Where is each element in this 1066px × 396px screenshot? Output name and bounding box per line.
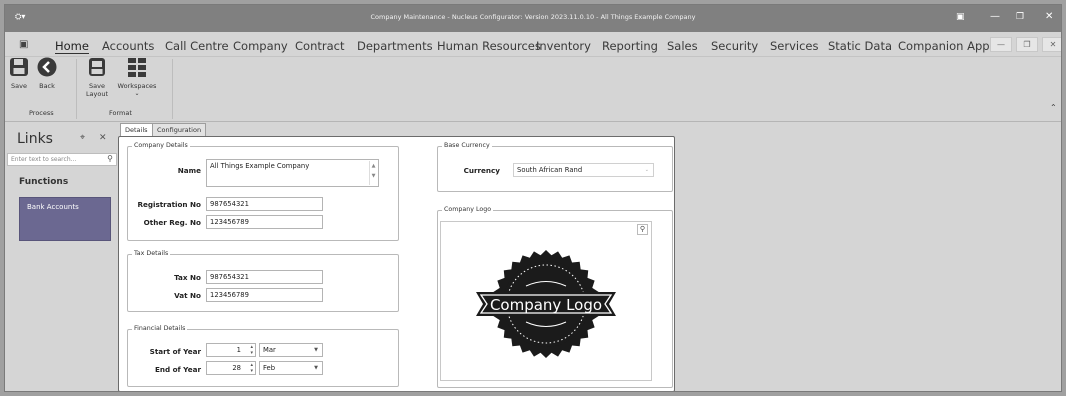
end-day-stepper[interactable]: 28 ▴ ▾: [206, 361, 256, 375]
start-of-year-label: Start of Year: [149, 347, 201, 356]
menu-home[interactable]: Home: [55, 39, 89, 54]
vat-no-field[interactable]: 123456789: [206, 288, 323, 302]
search-icon[interactable]: ⚲: [107, 154, 113, 163]
dropdown-arrow-icon[interactable]: ⌄: [645, 167, 649, 173]
tax-no-field[interactable]: 987654321: [206, 270, 323, 284]
menu-sales[interactable]: Sales: [667, 39, 698, 53]
company-logo-group: Company Logo Company Logo ⚲: [437, 206, 673, 388]
menu-call-centre[interactable]: Call Centre: [165, 39, 229, 53]
currency-select[interactable]: South African Rand ⌄: [513, 163, 654, 177]
close-icon[interactable]: ✕: [1045, 11, 1053, 23]
restore-icon[interactable]: ❐: [1016, 11, 1024, 23]
collapse-ribbon-icon[interactable]: ⌃: [1050, 103, 1057, 112]
details-panel: Company Details Name All Things Example …: [118, 136, 675, 391]
links-title: Links: [17, 131, 53, 147]
minimize-icon[interactable]: —: [990, 11, 1000, 23]
links-search-input[interactable]: Enter text to search... ⚲: [7, 153, 117, 166]
end-month-select[interactable]: Feb ▼: [259, 361, 323, 375]
menu-static-data[interactable]: Static Data: [828, 39, 892, 53]
end-of-year-label: End of Year: [154, 365, 201, 374]
group-process-label: Process: [29, 109, 54, 117]
dropdown-arrow-icon[interactable]: ▼: [314, 365, 318, 371]
base-currency-group: Base Currency Currency South African Ran…: [437, 142, 673, 192]
registration-no-field[interactable]: 987654321: [206, 197, 323, 211]
mdi-restore-button[interactable]: ❐: [1016, 37, 1038, 52]
logo-picture-box[interactable]: Company Logo ⚲: [440, 221, 652, 381]
back-icon: [37, 57, 57, 77]
mdi-close-button[interactable]: ✕: [1042, 37, 1061, 52]
start-month-select[interactable]: Mar ▼: [259, 343, 323, 357]
menu-bar: ▣ Home Accounts Call Centre Company Cont…: [5, 32, 1061, 57]
spin-arrows-icon[interactable]: ▴ ▾: [250, 362, 253, 374]
currency-label: Currency: [463, 166, 500, 175]
company-logo-badge: Company Logo: [476, 250, 616, 358]
name-field[interactable]: All Things Example Company ▲ ▼: [206, 159, 379, 187]
close-panel-icon[interactable]: ✕: [99, 133, 107, 143]
name-label: Name: [177, 166, 201, 175]
menu-security[interactable]: Security: [711, 39, 758, 53]
tab-configuration[interactable]: Configuration: [152, 123, 207, 136]
menu-departments[interactable]: Departments: [357, 39, 433, 53]
tax-no-label: Tax No: [174, 273, 201, 282]
company-details-group: Company Details Name All Things Example …: [127, 142, 399, 241]
save-layout-button[interactable]: Save Layout: [77, 57, 117, 98]
scroll-arrows-icon[interactable]: ▲ ▼: [369, 161, 377, 185]
dropdown-arrow-icon[interactable]: ▼: [314, 347, 318, 353]
menu-company[interactable]: Company: [233, 39, 288, 53]
menu-inventory[interactable]: Inventory: [536, 39, 591, 53]
group-format-label: Format: [109, 109, 132, 117]
zoom-icon[interactable]: ⚲: [637, 224, 648, 235]
links-panel: Links ⌖ ✕ Enter text to search... ⚲ Func…: [5, 123, 117, 391]
workspaces-grid-icon: [128, 58, 146, 77]
tab-details[interactable]: Details: [120, 123, 153, 136]
bank-accounts-tile[interactable]: Bank Accounts: [19, 197, 111, 241]
pin-icon[interactable]: ⌖: [80, 133, 85, 143]
other-reg-no-label: Other Reg. No: [143, 218, 201, 227]
start-day-stepper[interactable]: 1 ▴ ▾: [206, 343, 256, 357]
menu-reporting[interactable]: Reporting: [602, 39, 658, 53]
window-title: Company Maintenance - Nucleus Configurat…: [370, 13, 696, 21]
ribbon: Save Back Save Layout Workspaces ⌄ Proce…: [5, 57, 1061, 122]
other-reg-no-field[interactable]: 123456789: [206, 215, 323, 229]
menu-services[interactable]: Services: [770, 39, 819, 53]
functions-title: Functions: [19, 177, 69, 187]
registration-no-label: Registration No: [137, 200, 201, 209]
workspaces-button[interactable]: Workspaces ⌄: [117, 57, 157, 97]
tax-details-group: Tax Details Tax No 987654321 Vat No 1234…: [127, 250, 399, 312]
vat-no-label: Vat No: [174, 291, 201, 300]
save-icon: [10, 58, 28, 76]
logo-text: Company Logo: [490, 296, 602, 314]
spin-arrows-icon[interactable]: ▴ ▾: [250, 344, 253, 356]
menu-accounts[interactable]: Accounts: [102, 39, 154, 53]
financial-details-group: Financial Details Start of Year 1 ▴ ▾ Mar…: [127, 325, 399, 387]
menu-companion-apps[interactable]: Companion Apps: [898, 39, 996, 53]
back-button[interactable]: Back: [35, 57, 59, 90]
file-menu-icon[interactable]: ▣: [19, 39, 28, 51]
title-bar: ⛭▾ Company Maintenance - Nucleus Configu…: [5, 5, 1061, 32]
chevron-down-icon: ⌄: [134, 90, 140, 97]
save-layout-icon: [89, 58, 105, 76]
menu-human-resources[interactable]: Human Resources: [437, 39, 541, 53]
layout-icon[interactable]: ▣: [956, 11, 965, 23]
mdi-minimize-button[interactable]: —: [990, 37, 1012, 52]
menu-contract[interactable]: Contract: [295, 39, 344, 53]
save-button[interactable]: Save: [8, 57, 30, 90]
application-window: ⛭▾ Company Maintenance - Nucleus Configu…: [4, 4, 1062, 392]
